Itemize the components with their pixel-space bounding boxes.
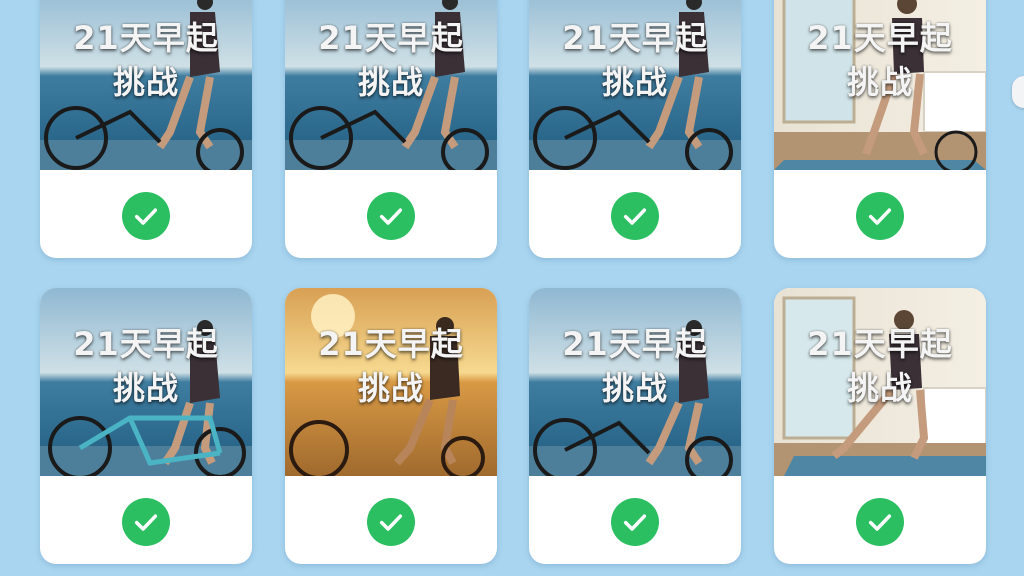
title-line-1: 21天早起 (73, 325, 219, 363)
challenge-title: 21天早起 挑战 (285, 322, 497, 410)
title-line-2: 挑战 (112, 369, 179, 407)
checkmark-icon (367, 192, 415, 240)
title-line-2: 挑战 (846, 369, 913, 407)
challenge-card[interactable]: 21天早起 挑战 (529, 0, 741, 258)
scroll-handle[interactable] (1012, 76, 1024, 108)
checkmark-icon (856, 498, 904, 546)
challenge-thumbnail: 21天早起 挑战 (529, 288, 741, 476)
challenge-card[interactable]: 21天早起 挑战 (285, 0, 497, 258)
title-line-1: 21天早起 (807, 325, 953, 363)
challenge-card[interactable]: 21天早起 挑战 (40, 288, 252, 564)
challenge-thumbnail: 21天早起 挑战 (285, 288, 497, 476)
title-line-2: 挑战 (601, 63, 668, 101)
title-line-1: 21天早起 (562, 325, 708, 363)
checkmark-icon (122, 498, 170, 546)
title-line-2: 挑战 (601, 369, 668, 407)
challenge-title: 21天早起 挑战 (774, 322, 986, 410)
challenge-thumbnail: 21天早起 挑战 (285, 0, 497, 170)
challenge-card[interactable]: 21天早起 挑战 (285, 288, 497, 564)
challenge-title: 21天早起 挑战 (40, 16, 252, 104)
challenge-card[interactable]: 21天早起 挑战 (774, 0, 986, 258)
challenge-title: 21天早起 挑战 (774, 16, 986, 104)
challenge-card[interactable]: 21天早起 挑战 (529, 288, 741, 564)
challenge-title: 21天早起 挑战 (529, 322, 741, 410)
title-line-1: 21天早起 (318, 325, 464, 363)
challenge-title: 21天早起 挑战 (285, 16, 497, 104)
checkmark-icon (611, 498, 659, 546)
challenge-thumbnail: 21天早起 挑战 (529, 0, 741, 170)
title-line-1: 21天早起 (318, 19, 464, 57)
title-line-1: 21天早起 (807, 19, 953, 57)
title-line-1: 21天早起 (73, 19, 219, 57)
challenge-card[interactable]: 21天早起 挑战 (774, 288, 986, 564)
checkmark-icon (122, 192, 170, 240)
title-line-2: 挑战 (846, 63, 913, 101)
checkmark-icon (856, 192, 904, 240)
challenge-thumbnail: 21天早起 挑战 (774, 0, 986, 170)
title-line-2: 挑战 (357, 63, 424, 101)
title-line-2: 挑战 (112, 63, 179, 101)
challenge-card[interactable]: 21天早起 挑战 (40, 0, 252, 258)
challenge-title: 21天早起 挑战 (529, 16, 741, 104)
title-line-2: 挑战 (357, 369, 424, 407)
challenge-thumbnail: 21天早起 挑战 (774, 288, 986, 476)
challenge-thumbnail: 21天早起 挑战 (40, 0, 252, 170)
challenge-grid: 21天早起 挑战 21天早起 挑战 21天早起 挑战 21天早起 挑战 21天早… (0, 0, 1024, 576)
challenge-thumbnail: 21天早起 挑战 (40, 288, 252, 476)
checkmark-icon (611, 192, 659, 240)
title-line-1: 21天早起 (562, 19, 708, 57)
checkmark-icon (367, 498, 415, 546)
challenge-title: 21天早起 挑战 (40, 322, 252, 410)
